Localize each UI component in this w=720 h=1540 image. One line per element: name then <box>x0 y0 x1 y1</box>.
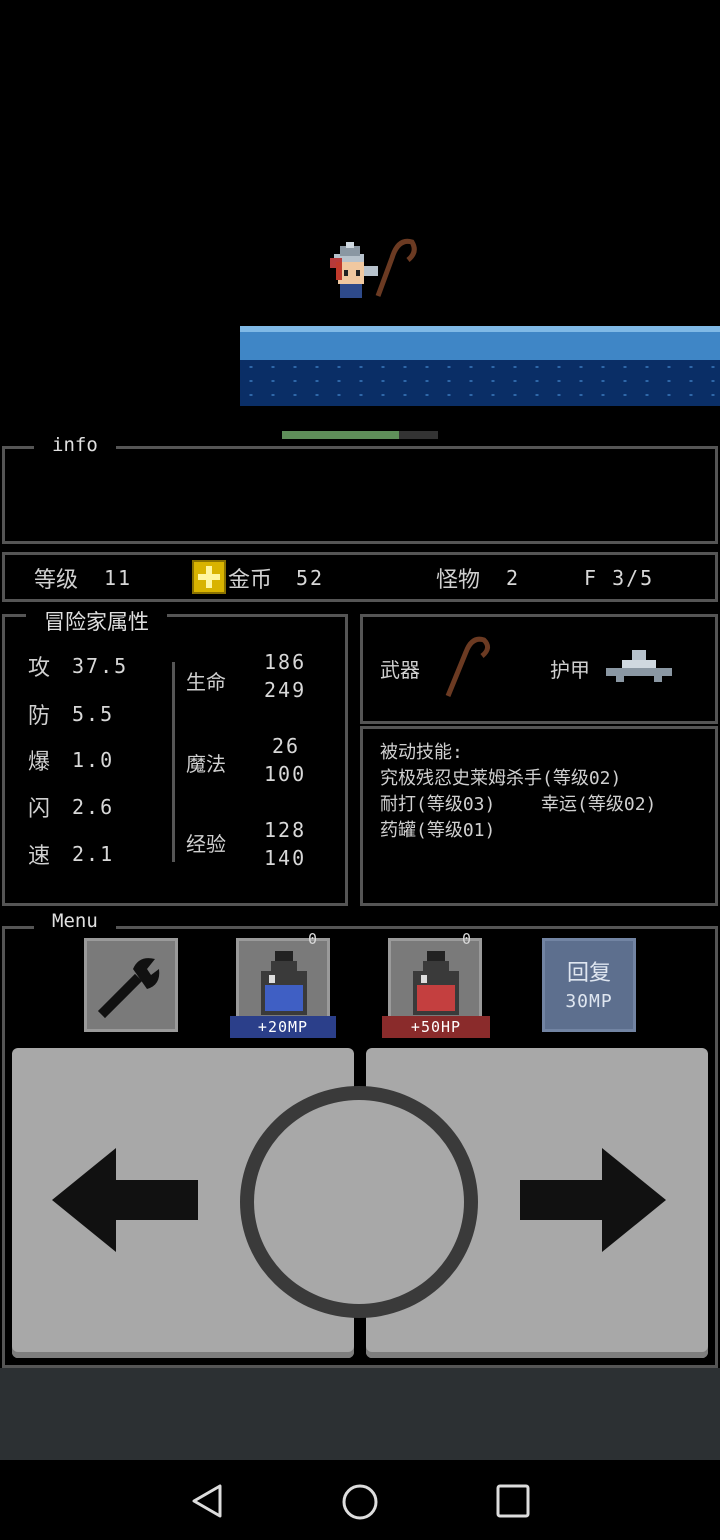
stat-label: 防 <box>28 704 51 729</box>
hero-hp-bar-fill <box>282 431 399 439</box>
stat-value: 2.1 <box>72 842 115 866</box>
armor-icon[interactable] <box>604 646 674 686</box>
exp-current: 128 <box>264 818 307 842</box>
info-panel-title: info <box>34 434 116 456</box>
skills-title: 被动技能: <box>380 742 463 763</box>
stat-label: 爆 <box>28 750 51 775</box>
exp-label: 经验 <box>186 832 226 856</box>
level-label: 等级 <box>34 568 79 593</box>
blue-potion-icon <box>261 951 307 1015</box>
weapon-label: 武器 <box>380 658 420 682</box>
arrow-left-icon <box>52 1148 198 1252</box>
nav-back-icon[interactable] <box>190 1482 224 1520</box>
hp-potion-count: 0 <box>462 930 474 948</box>
life-max: 249 <box>264 678 307 702</box>
restore-line1: 回复 <box>566 961 611 986</box>
magic-max: 100 <box>264 762 307 786</box>
stat-label: 攻 <box>28 656 51 681</box>
magic-current: 26 <box>272 734 301 758</box>
skill-toughness: 耐打(等级03) <box>380 794 496 815</box>
stat-value: 2.6 <box>72 795 115 819</box>
level-value: 11 <box>104 566 133 590</box>
stat-label: 闪 <box>28 797 51 822</box>
restore-mp-button[interactable]: 回复 30MP <box>542 938 636 1032</box>
stats-divider <box>172 662 175 862</box>
nav-recents-icon[interactable] <box>494 1482 532 1520</box>
hero-hp-bar <box>282 431 438 439</box>
stat-attack: 攻 37.5 <box>28 650 168 690</box>
monster-label: 怪物 <box>436 568 481 593</box>
skills-row: 耐打(等级03) 幸运(等级02) <box>380 792 656 818</box>
armor-label: 护甲 <box>550 658 590 682</box>
info-panel <box>2 446 718 544</box>
ice-platform-body <box>240 360 720 406</box>
stat-value: 5.5 <box>72 702 115 726</box>
mp-potion-count: 0 <box>308 930 320 948</box>
game-scene <box>0 0 720 440</box>
stat-defense: 防 5.5 <box>28 698 168 738</box>
settings-button[interactable] <box>84 938 178 1032</box>
stat-label: 速 <box>28 844 51 869</box>
skill-potion: 药罐(等级01) <box>380 820 496 841</box>
gold-label: 金币 <box>228 568 273 593</box>
ice-platform-top <box>240 326 720 360</box>
gold-value: 52 <box>296 566 325 590</box>
stat-value: 1.0 <box>72 748 115 772</box>
hp-potion-label: +50HP <box>382 1016 490 1038</box>
skills-text: 被动技能: 究极残忍史莱姆杀手(等级02) 耐打(等级03) 幸运(等级02) … <box>380 740 656 844</box>
red-potion-icon <box>413 951 459 1015</box>
exp-max: 140 <box>264 846 307 870</box>
menu-title: Menu <box>34 910 116 932</box>
life-label: 生命 <box>186 670 226 694</box>
system-nav-bar <box>0 1460 720 1540</box>
floor-indicator: F 3/5 <box>584 566 655 590</box>
attributes-title: 冒险家属性 <box>26 606 167 636</box>
action-button[interactable] <box>240 1086 478 1318</box>
monster-value: 2 <box>506 566 521 590</box>
nav-home-icon[interactable] <box>340 1482 380 1522</box>
staff-icon[interactable] <box>440 634 492 700</box>
life-current: 186 <box>264 650 307 674</box>
stat-dodge: 闪 2.6 <box>28 791 168 831</box>
gold-plus-icon <box>192 560 226 594</box>
arrow-right-icon <box>520 1148 666 1252</box>
skill-slime-killer: 究极残忍史莱姆杀手(等级02) <box>380 768 622 789</box>
stat-speed: 速 2.1 <box>28 838 168 878</box>
magic-label: 魔法 <box>186 752 226 776</box>
hero-sprite <box>330 238 417 298</box>
skill-luck: 幸运(等级02) <box>541 794 657 815</box>
bottom-strip <box>0 1368 720 1460</box>
stat-crit: 爆 1.0 <box>28 744 168 784</box>
mp-potion-label: +20MP <box>230 1016 336 1038</box>
restore-line2: 30MP <box>565 991 613 1012</box>
stat-value: 37.5 <box>72 654 129 678</box>
wrench-icon <box>97 958 160 1019</box>
